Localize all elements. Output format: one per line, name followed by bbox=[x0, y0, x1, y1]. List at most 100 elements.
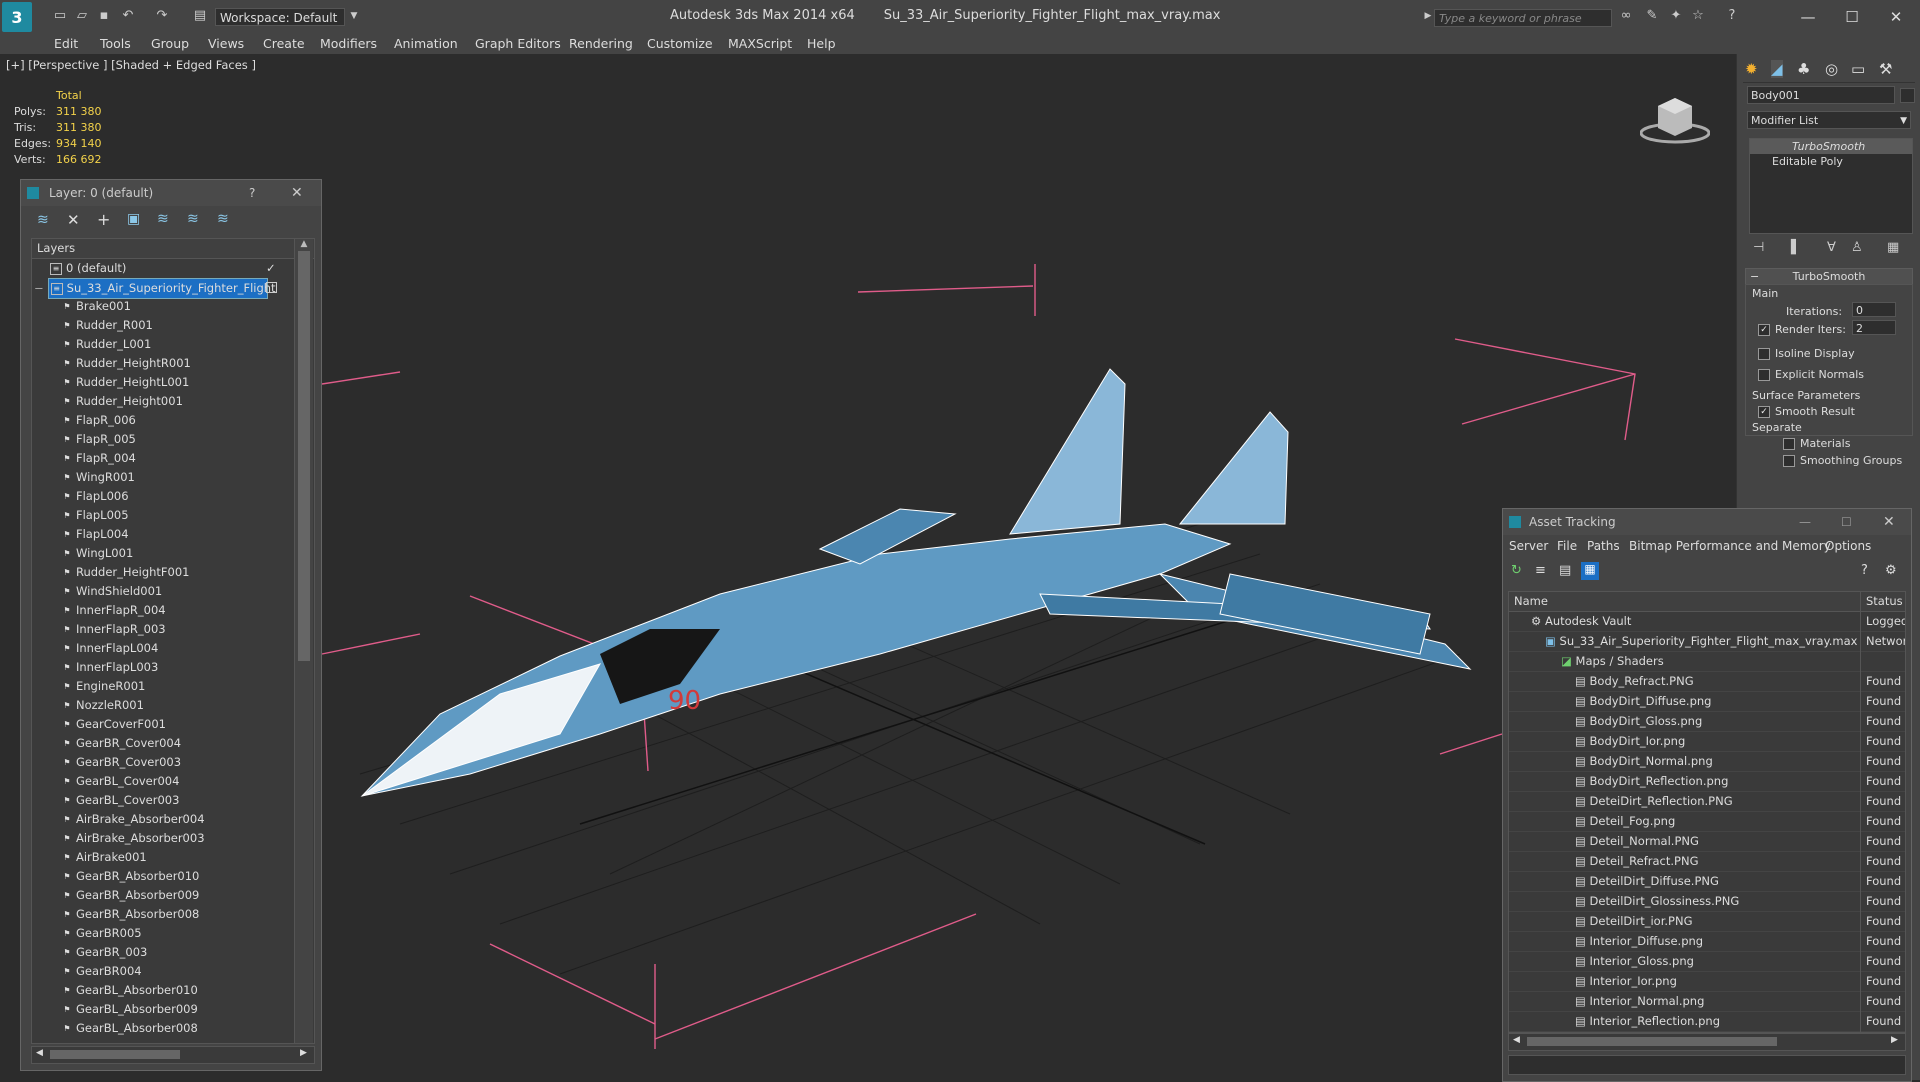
layer-object-item[interactable]: ⚑ AirBrake001 bbox=[32, 848, 314, 867]
layer-object-item[interactable]: ⚑ InnerFlapR_004 bbox=[32, 601, 314, 620]
list-view-icon[interactable]: ≡ bbox=[1535, 563, 1546, 578]
minimize-icon[interactable]: — bbox=[1799, 509, 1811, 535]
close-icon[interactable]: ✕ bbox=[1876, 5, 1916, 29]
layer-object-item[interactable]: ⚑ GearBR_Absorber010 bbox=[32, 867, 314, 886]
layer-object-item[interactable]: ⚑ InnerFlapL004 bbox=[32, 639, 314, 658]
asset-map-row[interactable]: ▤ BodyDirt_Gloss.png Found bbox=[1509, 712, 1905, 732]
iterations-spinner[interactable]: 0 bbox=[1852, 302, 1896, 317]
layer-object-item[interactable]: ⚑ GearBR_Cover004 bbox=[32, 734, 314, 753]
minimize-icon[interactable]: — bbox=[1788, 5, 1828, 29]
asset-row-maps-group[interactable]: ◪ Maps / Shaders bbox=[1509, 652, 1905, 672]
menu-views[interactable]: Views bbox=[208, 34, 244, 54]
save-icon[interactable]: ▪ bbox=[96, 9, 112, 23]
chevron-down-icon[interactable]: ▼ bbox=[346, 9, 362, 23]
asset-map-row[interactable]: ▤ Interior_Diffuse.png Found bbox=[1509, 932, 1905, 952]
layer-object-item[interactable]: ⚑ GearBR_Absorber009 bbox=[32, 886, 314, 905]
asset-map-row[interactable]: ▤ BodyDirt_Reflection.png Found bbox=[1509, 772, 1905, 792]
motion-tab-icon[interactable]: ◎ bbox=[1825, 60, 1838, 78]
scrollbar-thumb[interactable] bbox=[50, 1050, 180, 1059]
layer-object-item[interactable]: ⚑ Rudder_L001 bbox=[32, 335, 314, 354]
help-icon[interactable]: ? bbox=[1861, 563, 1868, 578]
utilities-tab-icon[interactable]: ⚒ bbox=[1879, 60, 1892, 78]
freeze-all-icon[interactable]: ≋ bbox=[217, 211, 229, 227]
layer-object-item[interactable]: ⚑ GearBL_Cover004 bbox=[32, 772, 314, 791]
layer-object-item[interactable]: ⚑ GearBR_Cover003 bbox=[32, 753, 314, 772]
menu-customize[interactable]: Customize bbox=[647, 34, 713, 54]
layer-object-item[interactable]: ⚑ GearBL_Absorber009 bbox=[32, 1000, 314, 1019]
scroll-left-icon[interactable]: ◀ bbox=[1513, 1035, 1520, 1045]
explicit-normals-checkbox[interactable] bbox=[1758, 369, 1770, 381]
selected-layer-name[interactable]: ≡ Su_33_Air_Superiority_Fighter_Flight bbox=[47, 278, 276, 299]
make-unique-icon[interactable]: ∀ bbox=[1827, 240, 1836, 255]
layers-column-header[interactable]: Layers bbox=[32, 239, 314, 259]
maximize-icon[interactable]: ☐ bbox=[1841, 509, 1852, 535]
new-layer-icon[interactable]: ≋ bbox=[37, 212, 49, 228]
asset-horizontal-scrollbar[interactable]: ◀ ▶ bbox=[1508, 1033, 1906, 1051]
layer-object-item[interactable]: ⚑ GearBL_Cover003 bbox=[32, 791, 314, 810]
layer-object-item[interactable]: ⚑ GearBR_003 bbox=[32, 943, 314, 962]
layer-object-item[interactable]: ⚑ AirBrake_Absorber003 bbox=[32, 829, 314, 848]
menu-maxscript[interactable]: MAXScript bbox=[728, 34, 792, 54]
turbosmooth-rollout-header[interactable]: − TurboSmooth bbox=[1745, 268, 1913, 285]
thumbnail-view-icon[interactable]: ▤ bbox=[1559, 563, 1571, 578]
menu-group[interactable]: Group bbox=[151, 34, 189, 54]
asset-map-row[interactable]: ▤ Interior_Reflection.png Found bbox=[1509, 1012, 1905, 1032]
menu-modifiers[interactable]: Modifiers bbox=[320, 34, 377, 54]
menu-edit[interactable]: Edit bbox=[54, 34, 78, 54]
highlight-layer-icon[interactable]: ≋ bbox=[157, 211, 169, 227]
menu-rendering[interactable]: Rendering bbox=[569, 34, 633, 54]
asset-map-row[interactable]: ▤ Deteil_Refract.PNG Found bbox=[1509, 852, 1905, 872]
isoline-checkbox[interactable] bbox=[1758, 348, 1770, 360]
layer-object-item[interactable]: ⚑ Rudder_HeightR001 bbox=[32, 354, 314, 373]
layer-object-item[interactable]: ⚑ FlapR_004 bbox=[32, 449, 314, 468]
layer-object-item[interactable]: ⚑ GearBL_Absorber008 bbox=[32, 1019, 314, 1038]
layer-selected[interactable]: − ≡ Su_33_Air_Superiority_Fighter_Flight bbox=[32, 278, 314, 299]
search-input[interactable]: Type a keyword or phrase bbox=[1434, 9, 1612, 27]
layer-object-item[interactable]: ⚑ FlapL005 bbox=[32, 506, 314, 525]
communication-icon[interactable]: ✎ bbox=[1644, 9, 1660, 23]
pin-stack-icon[interactable]: ⊣ bbox=[1753, 240, 1764, 255]
modifier-list-dropdown[interactable]: Modifier List ▼ bbox=[1747, 111, 1911, 129]
remove-modifier-icon[interactable]: ♙ bbox=[1851, 240, 1863, 255]
create-tab-icon[interactable]: ✹ bbox=[1745, 60, 1758, 78]
layer-object-item[interactable]: ⚑ GearBR004 bbox=[32, 962, 314, 981]
table-view-icon[interactable]: ▦ bbox=[1581, 562, 1599, 580]
chevron-down-icon[interactable]: ▼ bbox=[1900, 112, 1907, 130]
maximize-icon[interactable]: ☐ bbox=[1832, 5, 1872, 29]
asset-menu-options[interactable]: Options bbox=[1825, 537, 1871, 555]
materials-checkbox[interactable] bbox=[1783, 438, 1795, 450]
layer-object-item[interactable]: ⚑ Rudder_HeightF001 bbox=[32, 563, 314, 582]
stack-item-editable-poly[interactable]: Editable Poly bbox=[1750, 154, 1912, 169]
hierarchy-tab-icon[interactable]: ♣ bbox=[1797, 60, 1810, 78]
layer-object-item[interactable]: ⚑ GearCoverF001 bbox=[32, 715, 314, 734]
asset-row-file[interactable]: ▣ Su_33_Air_Superiority_Fighter_Flight_m… bbox=[1509, 632, 1905, 652]
layer-horizontal-scrollbar[interactable]: ◀ ▶ bbox=[31, 1046, 315, 1064]
layer-object-item[interactable]: ⚑ AirBrake_Absorber004 bbox=[32, 810, 314, 829]
layer-object-item[interactable]: ⚑ InnerFlapR_003 bbox=[32, 620, 314, 639]
asset-menu-server[interactable]: Server bbox=[1509, 537, 1548, 555]
scroll-left-icon[interactable]: ◀ bbox=[36, 1048, 43, 1058]
layer-window-titlebar[interactable]: Layer: 0 (default) ? ✕ bbox=[21, 180, 321, 206]
asset-map-row[interactable]: ▤ Interior_Ior.png Found bbox=[1509, 972, 1905, 992]
status-column-header[interactable]: Status bbox=[1860, 592, 1903, 611]
asset-map-row[interactable]: ▤ DeteilDirt_Glossiness.PNG Found bbox=[1509, 892, 1905, 912]
check-icon[interactable]: ✓ bbox=[266, 259, 276, 278]
object-color-swatch[interactable] bbox=[1900, 88, 1915, 103]
object-name-field[interactable]: Body001 bbox=[1747, 86, 1895, 104]
asset-map-row[interactable]: ▤ BodyDirt_Diffuse.png Found bbox=[1509, 692, 1905, 712]
delete-layer-icon[interactable]: ✕ bbox=[67, 211, 80, 229]
asset-menu-bitmap[interactable]: Bitmap Performance and Memory bbox=[1629, 537, 1831, 555]
layer-object-item[interactable]: ⚑ GearBR005 bbox=[32, 924, 314, 943]
close-icon[interactable]: ✕ bbox=[1883, 509, 1895, 535]
layer-object-item[interactable]: ⚑ Rudder_R001 bbox=[32, 316, 314, 335]
asset-map-row[interactable]: ▤ BodyDirt_Ior.png Found bbox=[1509, 732, 1905, 752]
menu-help[interactable]: Help bbox=[807, 34, 836, 54]
smooth-result-checkbox[interactable]: ✓ bbox=[1758, 406, 1770, 418]
scroll-up-icon[interactable]: ▲ bbox=[295, 239, 313, 249]
layer-object-item[interactable]: ⚑ WingL001 bbox=[32, 544, 314, 563]
layer-object-item[interactable]: ⚑ Brake001 bbox=[32, 297, 314, 316]
asset-map-row[interactable]: ▤ BodyDirt_Normal.png Found bbox=[1509, 752, 1905, 772]
layer-object-item[interactable]: ⚑ WindShield001 bbox=[32, 582, 314, 601]
menu-graph-editors[interactable]: Graph Editors bbox=[475, 34, 561, 54]
redo-icon[interactable]: ↷ bbox=[154, 9, 170, 23]
